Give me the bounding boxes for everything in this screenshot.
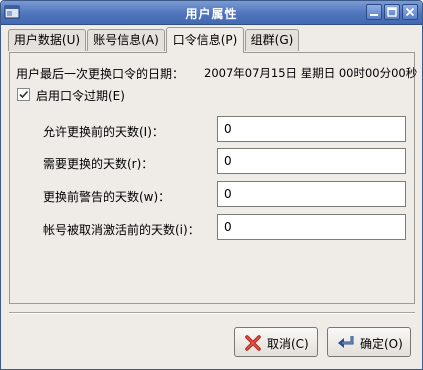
maximize-button[interactable] [384, 4, 400, 20]
ok-button[interactable]: 确定(O) [327, 327, 411, 357]
user-properties-dialog: 用户属性 用户数据(U) 账号信息(A) 口令信息(P) 组群(G) 用户最后一… [0, 0, 423, 370]
inactive-days-input[interactable] [217, 214, 406, 240]
warn-days-input[interactable] [217, 181, 406, 207]
checkmark-icon [19, 90, 29, 99]
inactive-days-label: 帐号被取消激活前的天数(i)： [43, 223, 200, 237]
warn-days-label: 更换前警告的天数(w)： [43, 190, 171, 204]
tab-groups[interactable]: 组群(G) [245, 29, 299, 51]
tab-password-info[interactable]: 口令信息(P) [166, 27, 244, 53]
close-button[interactable] [402, 4, 418, 20]
min-days-input[interactable] [217, 116, 406, 142]
last-change-value: 2007年07月15日 星期日 00时00分00秒 [204, 66, 418, 80]
title-bar[interactable]: 用户属性 [1, 1, 422, 25]
tab-label: 用户数据(U) [13, 33, 81, 47]
enable-expiry-label[interactable]: 启用口令过期(E) [36, 87, 125, 104]
tab-account-info[interactable]: 账号信息(A) [87, 29, 165, 51]
minimize-button[interactable] [366, 4, 382, 20]
last-change-label: 用户最后一次更换口令的日期： [16, 67, 185, 81]
separator [9, 312, 415, 314]
max-days-label: 需要更换的天数(r)： [43, 157, 154, 171]
minimize-icon [370, 14, 378, 16]
close-icon [405, 7, 415, 17]
tab-user-data[interactable]: 用户数据(U) [8, 29, 86, 51]
tab-label: 账号信息(A) [93, 33, 159, 47]
max-days-input[interactable] [217, 148, 406, 174]
enter-arrow-icon [336, 334, 356, 355]
maximize-icon [387, 7, 397, 17]
tab-label: 口令信息(P) [172, 33, 238, 47]
cancel-x-icon [244, 334, 262, 355]
window-title: 用户属性 [185, 7, 238, 21]
min-days-label: 允许更换前的天数(I)： [43, 125, 164, 139]
ok-button-label: 确定(O) [360, 337, 403, 351]
cancel-button[interactable]: 取消(C) [234, 327, 318, 357]
cancel-button-label: 取消(C) [267, 337, 309, 351]
tab-label: 组群(G) [250, 33, 294, 47]
enable-expiry-checkbox[interactable] [17, 88, 30, 101]
